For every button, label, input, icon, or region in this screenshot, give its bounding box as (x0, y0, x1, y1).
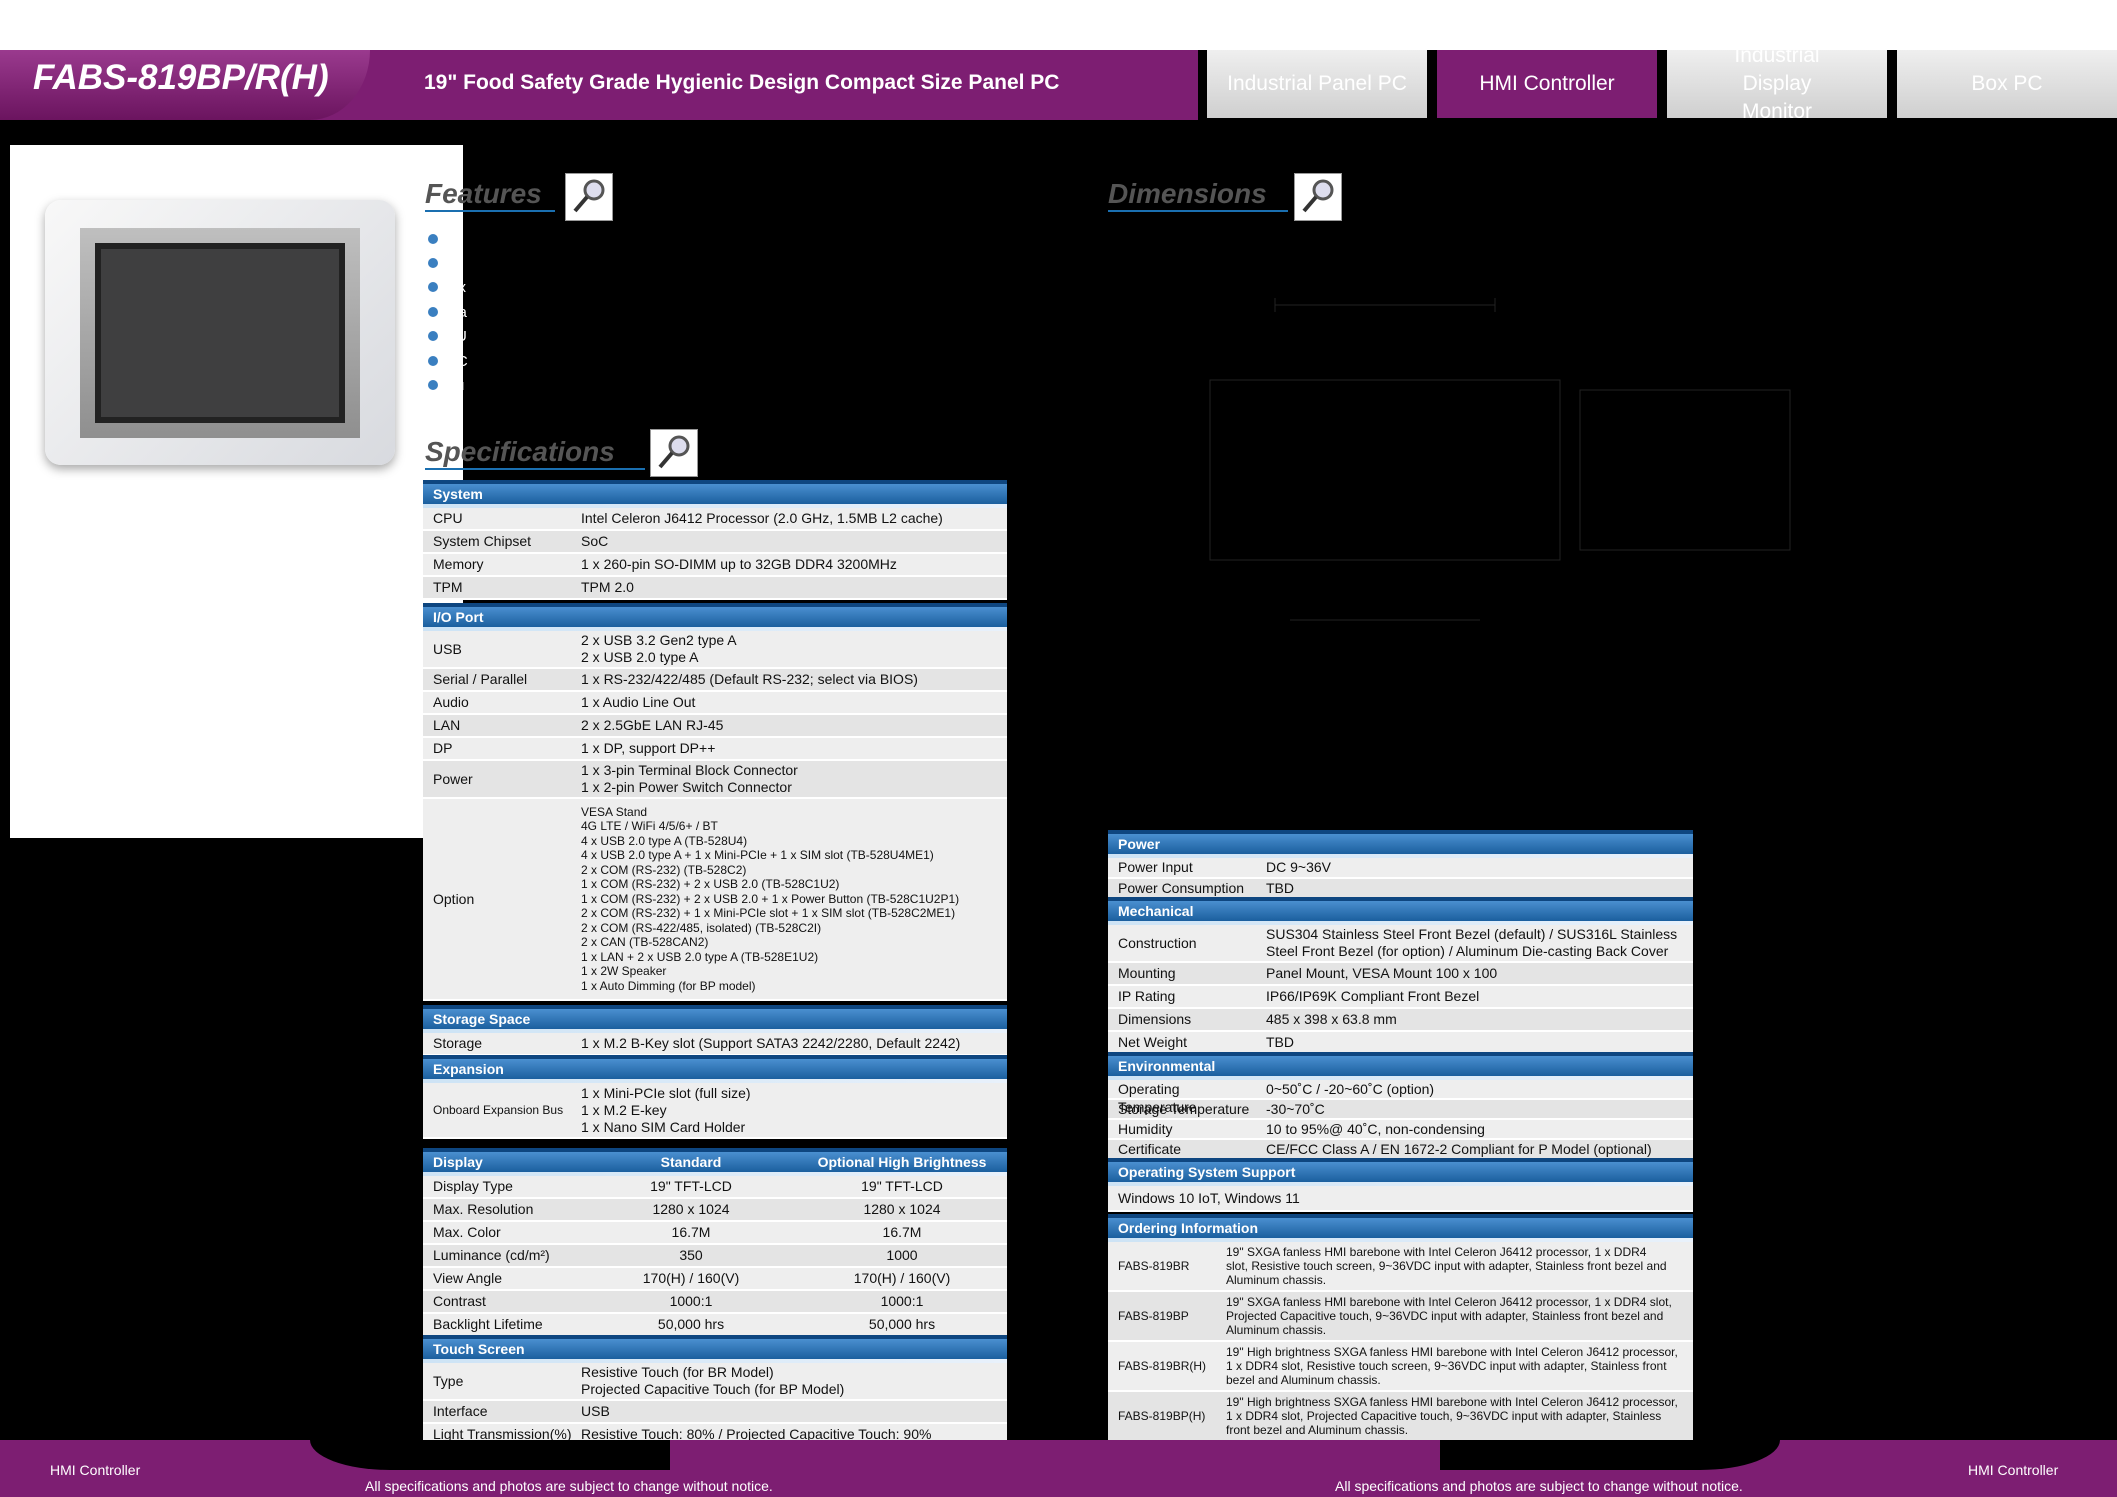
bullet-icon (428, 331, 438, 341)
spec-display: Display Standard Optional High Brightnes… (423, 1148, 1007, 1337)
magnifier-icon (565, 173, 613, 221)
spec-row: TPM TPM 2.0 (423, 577, 1007, 600)
section-header: Environmental (1108, 1052, 1693, 1076)
spec-row: System Chipset SoC (423, 531, 1007, 554)
spec-row: Dimensions 485 x 398 x 63.8 mm (1108, 1009, 1693, 1032)
spec-row: LAN 2 x 2.5GbE LAN RJ-45 (423, 715, 1007, 738)
section-header: Operating System Support (1108, 1158, 1693, 1182)
bullet-icon (428, 258, 438, 268)
spec-row: CPU Intel Celeron J6412 Processor (2.0 GH… (423, 508, 1007, 531)
specifications-underline (425, 468, 645, 470)
tab-label: Industrial Display Monitor (1734, 44, 1820, 123)
bullet-icon (428, 282, 438, 292)
spec-ordering-information: Ordering Information FABS-819BR 19" SXGA … (1108, 1214, 1693, 1442)
feature-item: 1 x (428, 279, 466, 296)
spec-row: IP Rating IP66/IP69K Compliant Front Beze… (1108, 986, 1693, 1009)
spec-row-option: Option VESA Stand 4G LTE / WiFi 4/5/6+ / … (423, 799, 1007, 1001)
section-header: Mechanical (1108, 897, 1693, 921)
features-underline (425, 210, 555, 212)
spec-row: Certificate CE/FCC Class A / EN 1672-2 Co… (1108, 1140, 1693, 1160)
magnifier-icon (650, 429, 698, 477)
model-name: FABS-819BP/R(H) (33, 58, 329, 97)
spec-system: System CPU Intel Celeron J6412 Processor … (423, 480, 1007, 600)
product-subtitle: 19" Food Safety Grade Hygienic Design Co… (424, 71, 1060, 94)
bullet-icon (428, 307, 438, 317)
spec-row: Memory 1 x 260-pin SO-DIMM up to 32GB DDR… (423, 554, 1007, 577)
feature-item: Int (428, 255, 463, 272)
footer-notice: All specifications and photos are subjec… (1335, 1478, 1743, 1494)
spec-os-support: Operating System Support Windows 10 IoT,… (1108, 1158, 1693, 1212)
spec-row: Storage Temperature -30~70˚C (1108, 1100, 1693, 1120)
spec-row: Audio 1 x Audio Line Out (423, 692, 1007, 715)
spec-row: Type Resistive Touch (for BR Model) Projec… (423, 1363, 1007, 1401)
spec-touch-screen: Touch Screen Type Resistive Touch (for BR… (423, 1335, 1007, 1447)
footer-curve (310, 1440, 670, 1470)
feature-item: Su (428, 377, 464, 394)
section-header: Storage Space (423, 1005, 1007, 1029)
features-title: Features (425, 178, 542, 209)
feature-item: SU (428, 328, 467, 345)
spec-row: Contrast 1000:1 1000:1 (423, 1291, 1007, 1314)
spec-io-port: I/O Port USB 2 x USB 3.2 Gen2 type A2 x U… (423, 603, 1007, 1001)
spec-mechanical: Mechanical Construction SUS304 Stainless … (1108, 897, 1693, 1055)
section-header: I/O Port (423, 603, 1007, 627)
dimension-drawing (1209, 298, 1791, 621)
bullet-icon (428, 356, 438, 366)
panel-screen (95, 243, 345, 423)
section-header: Power (1108, 830, 1693, 854)
spec-row: View Angle 170(H) / 160(V) 170(H) / 160(V) (423, 1268, 1007, 1291)
spec-row: FABS-819BP(H) 19" High brightness SXGA fa… (1108, 1392, 1693, 1442)
spec-power: Power Power Input DC 9~36V Power Consumpt… (1108, 830, 1693, 900)
spec-row: FABS-819BR 19" SXGA fanless HMI barebone … (1108, 1242, 1693, 1292)
tab-industrial-panel-pc[interactable]: Industrial Panel PC (1207, 50, 1427, 118)
section-header: Ordering Information (1108, 1214, 1693, 1238)
spec-row: Interface USB (423, 1401, 1007, 1424)
feature-item: DC (428, 353, 468, 370)
tab-label: HMI Controller (1479, 72, 1615, 95)
footer-notice: All specifications and photos are subjec… (365, 1478, 773, 1494)
spec-expansion: Expansion Onboard Expansion Bus 1 x Mini-… (423, 1055, 1007, 1139)
section-header: Touch Screen (423, 1335, 1007, 1359)
spec-row: Luminance (cd/m²) 350 1000 (423, 1245, 1007, 1268)
feature-item: Fla (428, 304, 467, 321)
spec-row: Mounting Panel Mount, VESA Mount 100 x 10… (1108, 963, 1693, 986)
bullet-icon (428, 380, 438, 390)
tab-hmi-controller[interactable]: HMI Controller (1437, 50, 1657, 118)
spec-storage: Storage Space Storage 1 x M.2 B-Key slot … (423, 1005, 1007, 1056)
spec-row: Onboard Expansion Bus 1 x Mini-PCIe slot … (423, 1083, 1007, 1139)
tab-label: Industrial Panel PC (1227, 72, 1407, 95)
spec-row: Construction SUS304 Stainless Steel Front… (1108, 925, 1693, 963)
section-header: System (423, 480, 1007, 504)
tab-box-pc[interactable]: Box PC (1897, 50, 2117, 118)
spec-row: Max. Resolution 1280 x 1024 1280 x 1024 (423, 1199, 1007, 1222)
footer-section-label: HMI Controller (1968, 1462, 2059, 1478)
spec-row: Power Input DC 9~36V (1108, 858, 1693, 879)
spec-row: DP 1 x DP, support DP++ (423, 738, 1007, 761)
spec-row: Display Type 19" TFT-LCD 19" TFT-LCD (423, 1176, 1007, 1199)
bullet-icon (428, 234, 438, 244)
spec-row: Operating Temperature 0~50˚C / -20~60˚C (… (1108, 1080, 1693, 1115)
spec-row: USB 2 x USB 3.2 Gen2 type A2 x USB 2.0 ty… (423, 631, 1007, 669)
feature-item: 19 (428, 231, 463, 248)
footer-section-label: HMI Controller (50, 1462, 141, 1478)
tab-label: Box PC (1971, 72, 2043, 95)
spec-row: Backlight Lifetime 50,000 hrs 50,000 hrs (423, 1314, 1007, 1337)
spec-row: Max. Color 16.7M 16.7M (423, 1222, 1007, 1245)
specifications-title: Specifications (425, 436, 615, 467)
spec-row: Humidity 10 to 95%@ 40˚C, non-condensing (1108, 1120, 1693, 1140)
spec-row: Storage 1 x M.2 B-Key slot (Support SATA3… (423, 1033, 1007, 1056)
spec-environmental: Environmental Operating Temperature 0~50˚… (1108, 1052, 1693, 1160)
spec-row: FABS-819BP 19" SXGA fanless HMI barebone … (1108, 1292, 1693, 1342)
spec-row: FABS-819BR(H) 19" High brightness SXGA fa… (1108, 1342, 1693, 1392)
spec-row: Power 1 x 3-pin Terminal Block Connector 1… (423, 761, 1007, 799)
tab-industrial-display-monitor[interactable]: Industrial Display Monitor (1667, 44, 1887, 123)
section-header: Display Standard Optional High Brightnes… (423, 1148, 1007, 1172)
spec-row: Serial / Parallel 1 x RS-232/422/485 (Def… (423, 669, 1007, 692)
section-header: Expansion (423, 1055, 1007, 1079)
footer-curve (1440, 1440, 1780, 1470)
spec-row: Windows 10 IoT, Windows 11 (1108, 1186, 1693, 1212)
